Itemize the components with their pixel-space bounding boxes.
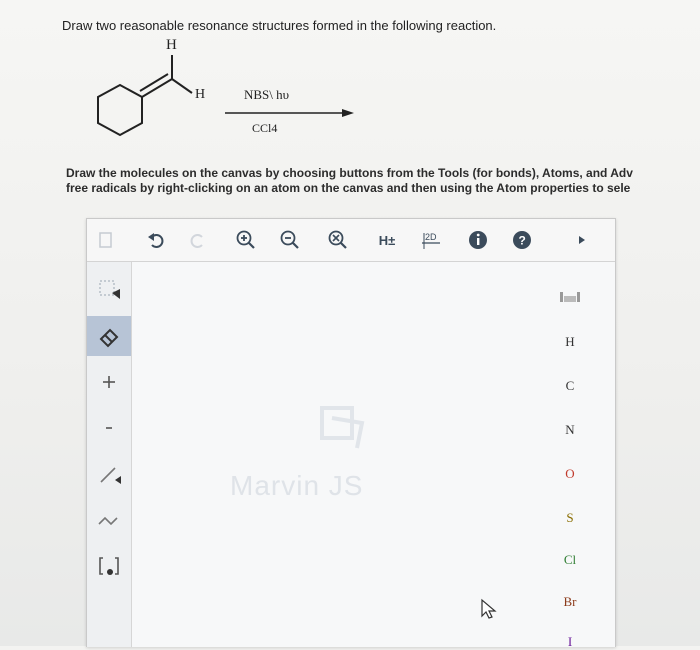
reagent-above-label: NBS\ hυ bbox=[244, 87, 290, 102]
marvin-watermark: Marvin JS bbox=[230, 470, 364, 501]
atom-n-button[interactable]: N bbox=[540, 422, 600, 438]
bracket-tool-icon[interactable] bbox=[87, 546, 131, 586]
top-hydrogen-label: H bbox=[166, 37, 177, 53]
undo-icon[interactable] bbox=[145, 229, 167, 251]
page: Draw two reasonable resonance structures… bbox=[0, 0, 700, 649]
side-hydrogen-label: H bbox=[195, 87, 206, 102]
mouse-cursor-icon bbox=[481, 598, 497, 619]
atom-o-button[interactable]: O bbox=[540, 466, 600, 482]
hydrogens-toggle-icon[interactable]: H± bbox=[373, 229, 401, 251]
help-icon[interactable]: ? bbox=[511, 229, 533, 251]
eraser-tool-icon[interactable] bbox=[87, 316, 131, 356]
atoms-sidebar: H C N O S Cl Br I bbox=[540, 262, 600, 649]
atom-h-button[interactable]: H bbox=[540, 334, 600, 350]
zoom-reset-icon[interactable] bbox=[327, 229, 349, 251]
chain-tool-icon[interactable] bbox=[87, 500, 131, 540]
new-document-icon[interactable] bbox=[95, 229, 117, 251]
2d-clean-label: 2D bbox=[425, 232, 437, 242]
info-icon[interactable] bbox=[467, 229, 489, 251]
atom-cl-button[interactable]: Cl bbox=[540, 552, 600, 568]
single-bond-icon[interactable] bbox=[87, 454, 131, 494]
2d-clean-icon[interactable]: 2D bbox=[417, 229, 445, 251]
top-toolbar: H± 2D ? bbox=[87, 219, 615, 262]
atom-s-button[interactable]: S bbox=[540, 510, 600, 526]
redo-icon[interactable] bbox=[187, 229, 209, 251]
svg-text:?: ? bbox=[519, 234, 526, 248]
instructions-line-1: Draw the molecules on the canvas by choo… bbox=[66, 166, 633, 180]
cyclohexylidene-structure bbox=[97, 55, 354, 137]
instructions: Draw the molecules on the canvas by choo… bbox=[66, 166, 700, 196]
atom-i-button[interactable]: I bbox=[540, 634, 600, 650]
tools-sidebar bbox=[87, 262, 132, 647]
atom-br-button[interactable]: Br bbox=[540, 594, 600, 610]
question-text: Draw two reasonable resonance structures… bbox=[62, 18, 497, 33]
select-tool-icon[interactable] bbox=[87, 270, 131, 310]
instructions-line-2: free radicals by right-clicking on an at… bbox=[66, 181, 631, 195]
charge-minus-icon[interactable] bbox=[87, 408, 131, 448]
more-arrow-icon[interactable] bbox=[571, 229, 593, 251]
marvin-logo-icon bbox=[320, 406, 365, 449]
zoom-out-icon[interactable] bbox=[279, 229, 301, 251]
charge-plus-icon[interactable] bbox=[87, 362, 131, 402]
periodic-table-icon[interactable] bbox=[540, 290, 600, 307]
reagent-below-label: CCl4 bbox=[252, 121, 278, 135]
zoom-in-icon[interactable] bbox=[235, 229, 257, 251]
atom-c-button[interactable]: C bbox=[540, 378, 600, 394]
reaction-scheme: H H NBS\ hυ CCl4 bbox=[80, 35, 380, 150]
